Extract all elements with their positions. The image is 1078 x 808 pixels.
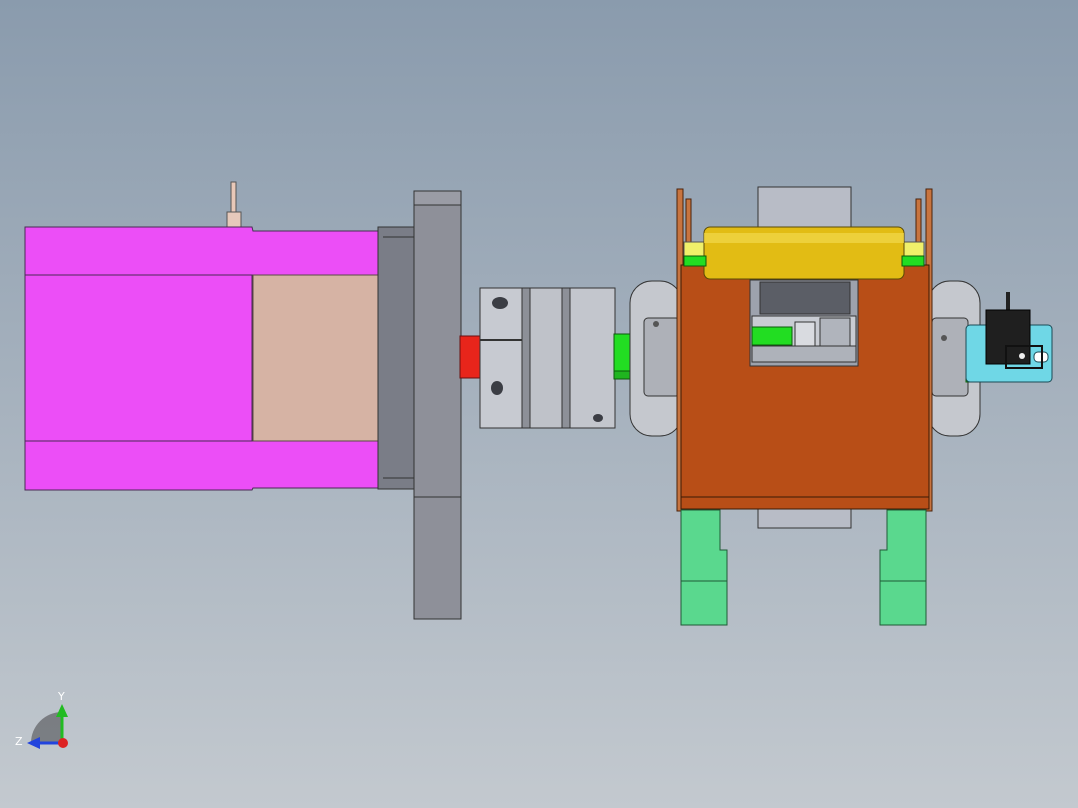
z-axis-label: Z: [15, 735, 23, 748]
x-axis-dot-icon: [58, 738, 68, 748]
cad-viewport[interactable]: Y Z: [0, 0, 1078, 808]
y-axis-label: Y: [57, 690, 65, 703]
y-arrow-head-icon: [56, 704, 68, 717]
axis-triad: Y Z: [15, 690, 68, 749]
